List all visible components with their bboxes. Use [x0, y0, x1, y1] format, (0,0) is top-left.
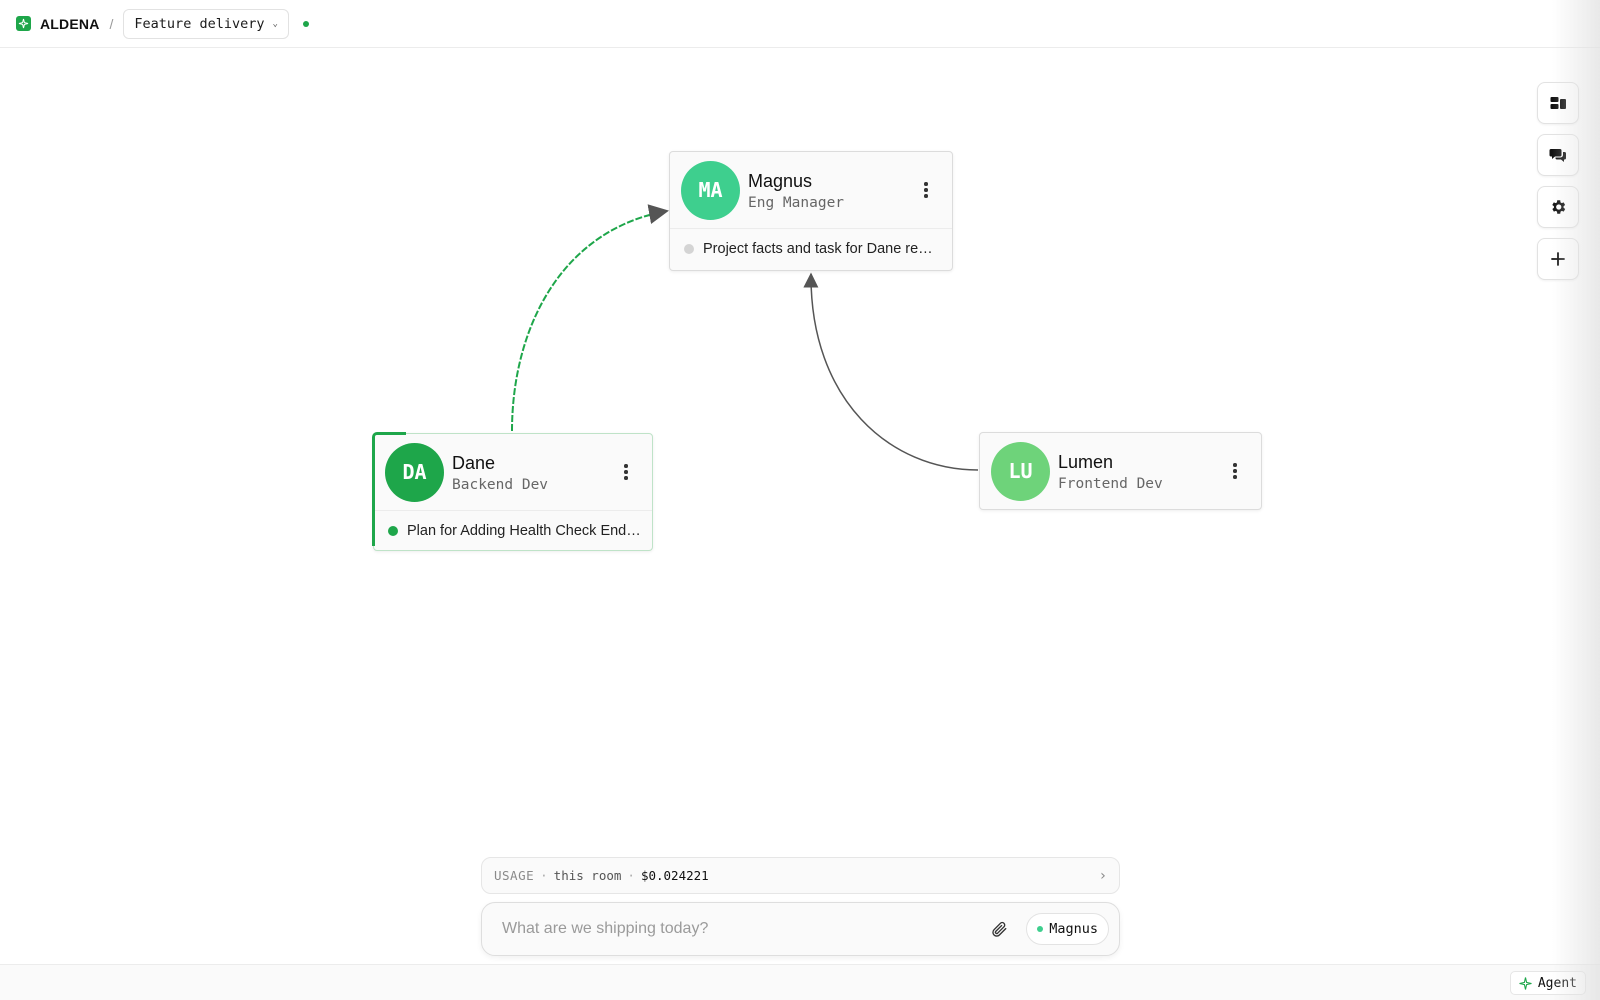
agent-name: Lumen: [1058, 451, 1114, 472]
task-text: Project facts and task for Dane re…: [703, 240, 933, 257]
agent-node-lumen[interactable]: LU Lumen Frontend Dev: [979, 432, 1262, 510]
agent-role: Backend Dev: [452, 476, 549, 493]
usage-separator: ·: [540, 868, 548, 883]
attach-button[interactable]: [986, 916, 1012, 942]
avatar: LU: [991, 441, 1050, 501]
task-text: Plan for Adding Health Check End…: [407, 522, 641, 539]
usage-summary[interactable]: USAGE · this room · $0.024221 ›: [481, 857, 1120, 894]
agent-node-dane[interactable]: DA Dane Backend Dev Plan for Adding Heal…: [372, 432, 653, 551]
message-composer: Magnus: [481, 902, 1120, 956]
edge-dane-to-magnus: [511, 204, 669, 432]
right-toolbar: [1537, 82, 1579, 280]
usage-cost: $0.024221: [640, 868, 709, 883]
status-bar: Agent: [0, 964, 1600, 1000]
sparkle-icon: [1519, 976, 1532, 990]
layout-button[interactable]: [1537, 82, 1579, 124]
usage-separator: ·: [627, 868, 635, 883]
chat-icon: [1549, 149, 1566, 162]
agent-task[interactable]: Plan for Adding Health Check End…: [374, 510, 652, 550]
agent-label: Agent: [1537, 975, 1577, 991]
agent-node-magnus[interactable]: MA Magnus Eng Manager Project facts and …: [669, 151, 953, 271]
recipient-chip[interactable]: Magnus: [1026, 913, 1109, 945]
paperclip-icon: [992, 921, 1007, 937]
usage-scope: this room: [553, 868, 622, 883]
gear-icon: [1552, 200, 1566, 214]
more-options-icon[interactable]: [624, 464, 628, 480]
task-status-dot: [684, 243, 694, 254]
add-agent-button[interactable]: [1537, 238, 1579, 280]
chevron-right-icon: ›: [1098, 867, 1107, 884]
agent-role: Eng Manager: [748, 194, 845, 211]
agent-name: Magnus: [748, 170, 813, 191]
plus-icon: [1551, 252, 1565, 266]
message-input[interactable]: [502, 920, 987, 938]
graph-edges: [511, 204, 979, 471]
agent-task[interactable]: Project facts and task for Dane re…: [670, 228, 952, 268]
avatar: MA: [681, 160, 740, 220]
agent-mode-button[interactable]: Agent: [1509, 971, 1586, 995]
recipient-status-dot: [1037, 926, 1044, 932]
settings-button[interactable]: [1537, 186, 1579, 228]
agent-role: Frontend Dev: [1058, 475, 1163, 492]
task-status-dot: [388, 525, 398, 536]
usage-label: USAGE: [494, 868, 535, 883]
edge-lumen-to-magnus: [803, 272, 979, 471]
more-options-icon[interactable]: [924, 182, 928, 198]
chat-button[interactable]: [1537, 134, 1579, 176]
recipient-name: Magnus: [1049, 921, 1098, 937]
layout-icon: [1550, 97, 1566, 109]
more-options-icon[interactable]: [1233, 463, 1237, 479]
agent-name: Dane: [452, 452, 496, 473]
avatar: DA: [385, 442, 444, 502]
